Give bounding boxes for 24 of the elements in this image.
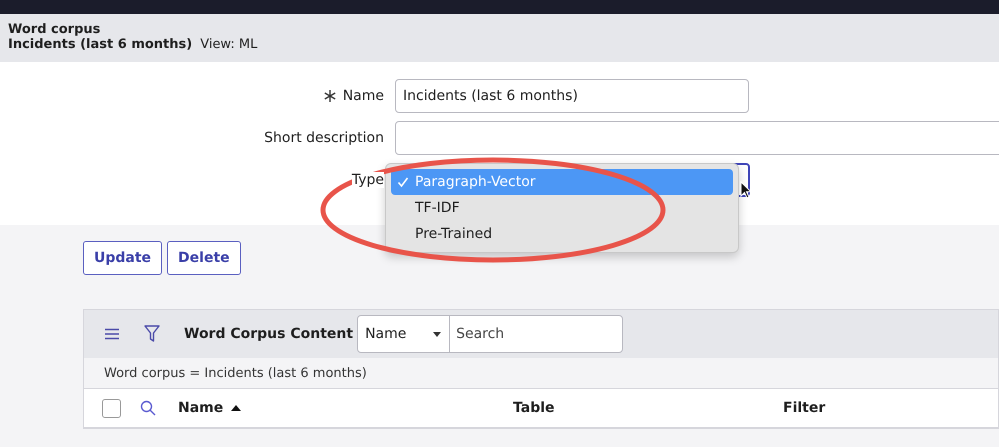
- record-name: Incidents (last 6 months): [8, 37, 192, 52]
- search-field[interactable]: Name Search: [357, 315, 624, 353]
- column-header[interactable]: Table: [513, 400, 783, 416]
- field-label: Short description: [264, 130, 384, 146]
- column-header[interactable]: Filter: [783, 400, 826, 416]
- search-field-select[interactable]: Name: [358, 316, 450, 352]
- search-icon[interactable]: [140, 400, 156, 416]
- caret-icon: [433, 332, 442, 336]
- form-title: Word corpus: [8, 22, 102, 37]
- check-icon: [397, 176, 409, 188]
- checkbox[interactable]: [102, 398, 121, 418]
- action-button[interactable]: Delete: [167, 241, 241, 275]
- field-label: Type: [352, 172, 384, 188]
- name-field[interactable]: Incidents (last 6 months): [395, 79, 749, 113]
- action-button[interactable]: Update: [83, 241, 162, 275]
- breadcrumb: Word corpus = Incidents (last 6 months): [104, 366, 367, 380]
- filter-icon[interactable]: [144, 325, 160, 343]
- input-field[interactable]: [395, 121, 999, 155]
- dropdown-option[interactable]: Pre-Trained: [391, 221, 733, 247]
- list-title: Word Corpus Content: [184, 326, 354, 342]
- menu-icon[interactable]: [104, 328, 120, 340]
- view-label: View: ML: [200, 37, 258, 52]
- column-header[interactable]: Name: [178, 400, 513, 416]
- dropdown-option[interactable]: TF-IDF: [391, 195, 733, 221]
